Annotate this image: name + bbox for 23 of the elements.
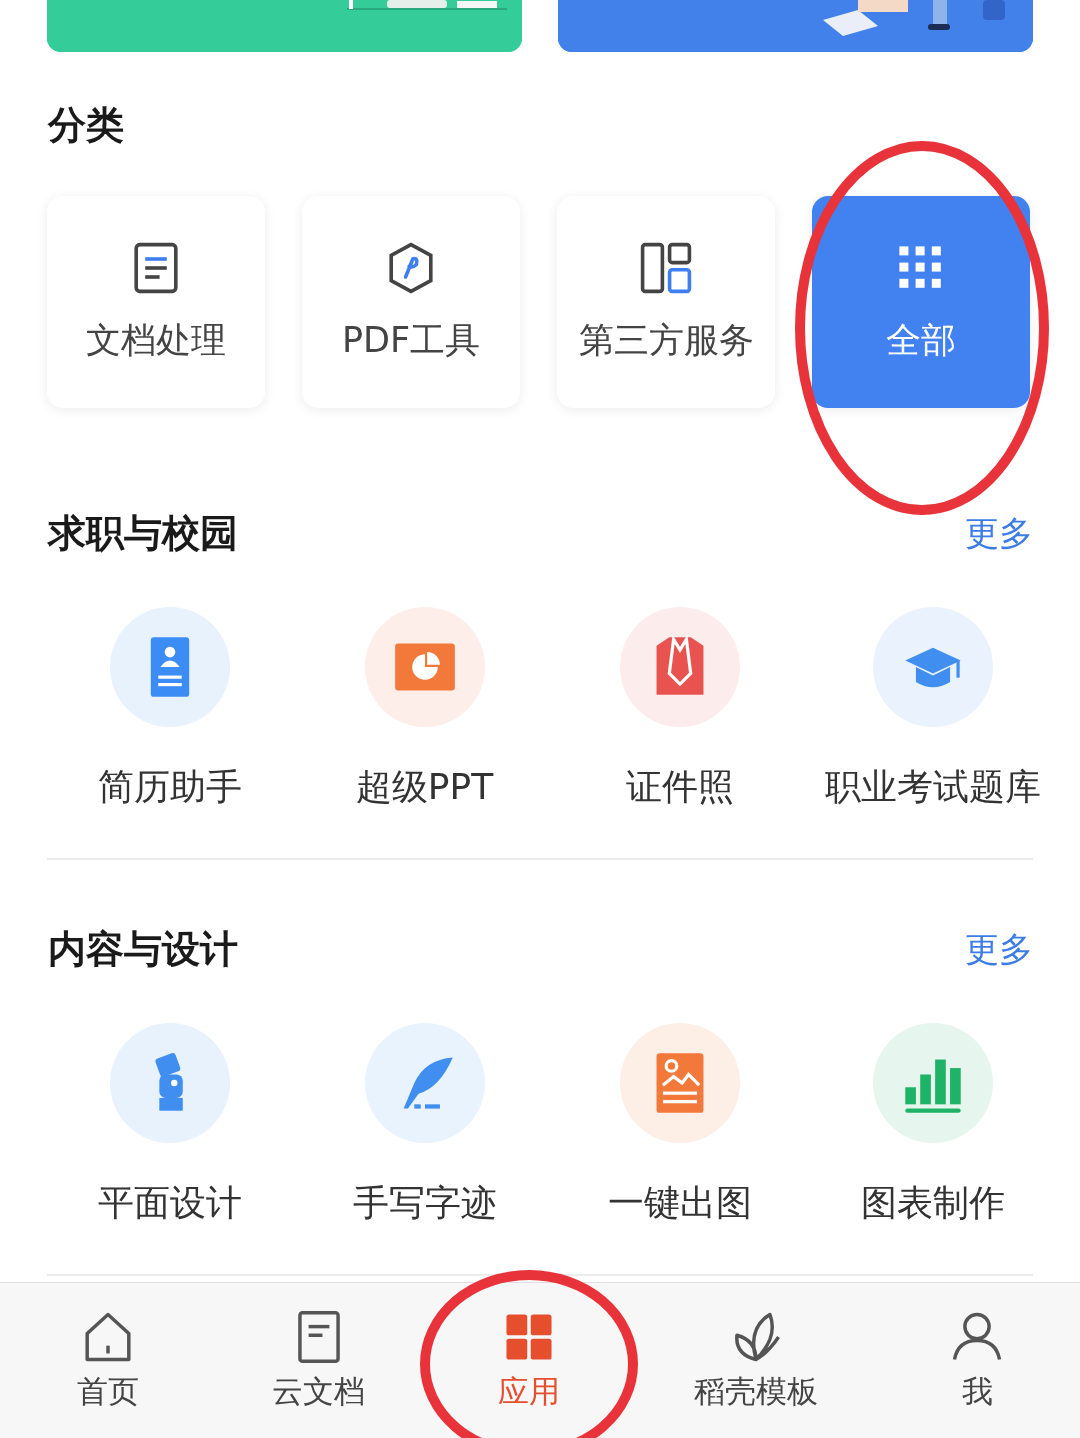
app-item[interactable]: 平面设计 [42, 1023, 297, 1228]
more-link[interactable]: 更多 [965, 510, 1033, 557]
section-title: 内容与设计 [48, 926, 238, 973]
app-item[interactable]: 图表制作 [807, 1023, 1059, 1228]
app-item[interactable]: 简历助手 [42, 607, 297, 812]
tab[interactable]: 应用 [498, 1308, 561, 1413]
category-card[interactable]: 全部 [812, 196, 1030, 408]
tab[interactable]: 我 [951, 1308, 1004, 1413]
tab[interactable]: 首页 [76, 1308, 139, 1413]
layout-icon [639, 240, 693, 295]
app-item[interactable]: 超级PPT [297, 607, 552, 812]
category-card[interactable]: 第三方服务 [557, 196, 775, 408]
tab[interactable]: 稻壳模板 [693, 1308, 818, 1413]
app-item[interactable]: 一键出图 [552, 1023, 807, 1228]
section-title: 分类 [46, 102, 125, 149]
category-card[interactable]: PDF工具 [302, 196, 520, 408]
tab[interactable]: 云文档 [272, 1308, 366, 1413]
more-link[interactable]: 更多 [965, 926, 1033, 973]
category-card[interactable]: 文档处理 [47, 196, 265, 408]
section-title: 求职与校园 [48, 510, 238, 557]
app-item[interactable]: 职业考试题库 [807, 607, 1059, 812]
app-item[interactable]: 证件照 [552, 607, 807, 812]
app-item[interactable]: 手写字迹 [297, 1023, 552, 1228]
